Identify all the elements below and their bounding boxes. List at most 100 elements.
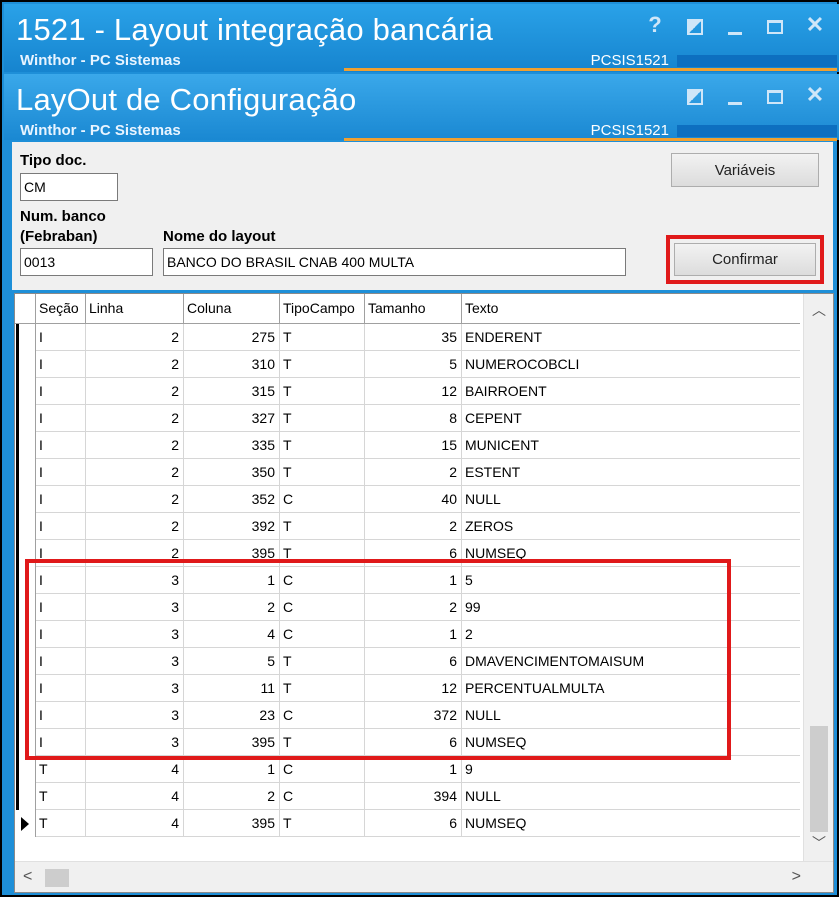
cell-secao[interactable]: T	[36, 810, 86, 837]
dialog-titlebar[interactable]: LayOut de Configuração Winthor - PC Sist…	[4, 74, 839, 141]
table-row[interactable]: I 2 392 T 2 ZEROS	[15, 513, 800, 540]
cell-tamanho[interactable]: 1	[365, 756, 462, 783]
scroll-down-icon[interactable]: ﹀	[812, 833, 826, 853]
cell-texto[interactable]: BAIRROENT	[462, 378, 800, 405]
cell-secao[interactable]: I	[36, 405, 86, 432]
cell-secao[interactable]: I	[36, 648, 86, 675]
table-row[interactable]: T41C19	[15, 756, 800, 783]
table-row[interactable]: I 3 23 C 372 NULL	[15, 702, 800, 729]
header-coluna[interactable]: Coluna	[184, 294, 280, 324]
header-tamanho[interactable]: Tamanho	[365, 294, 462, 324]
cell-secao[interactable]: I	[36, 540, 86, 567]
cell-linha[interactable]: 2	[86, 432, 184, 459]
cell-tamanho[interactable]: 6	[365, 810, 462, 837]
cell-coluna[interactable]: 352	[184, 486, 280, 513]
cell-tipocampo[interactable]: T	[280, 459, 365, 486]
row-indicator[interactable]	[15, 432, 36, 459]
maximize-icon[interactable]	[765, 14, 785, 36]
cell-coluna[interactable]: 395	[184, 729, 280, 756]
cell-coluna[interactable]: 350	[184, 459, 280, 486]
cell-coluna[interactable]: 11	[184, 675, 280, 702]
cell-tamanho[interactable]: 12	[365, 378, 462, 405]
table-row[interactable]: I 2 310 T 5 NUMEROCOBCLI	[15, 351, 800, 378]
cell-coluna[interactable]: 275	[184, 324, 280, 351]
cell-tamanho[interactable]: 2	[365, 594, 462, 621]
cell-coluna[interactable]: 395	[184, 810, 280, 837]
header-secao[interactable]: Seção	[36, 294, 86, 324]
cell-texto[interactable]: NUMSEQ	[462, 729, 800, 756]
cell-tipocampo[interactable]: T	[280, 648, 365, 675]
cell-texto[interactable]: 9	[462, 756, 800, 783]
cell-tipocampo[interactable]: T	[280, 675, 365, 702]
table-row[interactable]: I34C12	[15, 621, 800, 648]
row-indicator[interactable]	[15, 324, 36, 351]
close-icon[interactable]: ✕	[805, 14, 825, 36]
cell-tamanho[interactable]: 394	[365, 783, 462, 810]
cell-tamanho[interactable]: 1	[365, 567, 462, 594]
row-indicator[interactable]	[15, 756, 36, 783]
cell-secao[interactable]: I	[36, 351, 86, 378]
table-row[interactable]: I 2 335 T 15 MUNICENT	[15, 432, 800, 459]
horizontal-scrollbar[interactable]: < >	[15, 861, 833, 892]
cell-tamanho[interactable]: 6	[365, 540, 462, 567]
scroll-up-icon[interactable]: ︿	[812, 300, 826, 320]
cell-tipocampo[interactable]: C	[280, 567, 365, 594]
nome-layout-field[interactable]: BANCO DO BRASIL CNAB 400 MULTA	[163, 248, 626, 276]
cell-texto[interactable]: ZEROS	[462, 513, 800, 540]
cell-texto[interactable]: NULL	[462, 702, 800, 729]
confirmar-button[interactable]: Confirmar	[674, 243, 816, 276]
table-row[interactable]: I 2 327 T 8 CEPENT	[15, 405, 800, 432]
tipo-doc-field[interactable]: CM	[20, 173, 118, 201]
cell-linha[interactable]: 4	[86, 810, 184, 837]
cell-linha[interactable]: 3	[86, 567, 184, 594]
cell-coluna[interactable]: 2	[184, 594, 280, 621]
cell-secao[interactable]: I	[36, 621, 86, 648]
row-indicator[interactable]	[15, 459, 36, 486]
cell-texto[interactable]: ENDERENT	[462, 324, 800, 351]
cell-linha[interactable]: 2	[86, 351, 184, 378]
cell-coluna[interactable]: 1	[184, 756, 280, 783]
cell-secao[interactable]: I	[36, 324, 86, 351]
cell-coluna[interactable]: 392	[184, 513, 280, 540]
cell-tamanho[interactable]: 6	[365, 648, 462, 675]
cell-tamanho[interactable]: 5	[365, 351, 462, 378]
cell-texto[interactable]: 99	[462, 594, 800, 621]
cell-texto[interactable]: 5	[462, 567, 800, 594]
row-indicator[interactable]	[15, 378, 36, 405]
cell-tipocampo[interactable]: C	[280, 594, 365, 621]
cell-texto[interactable]: PERCENTUALMULTA	[462, 675, 800, 702]
cell-texto[interactable]: ESTENT	[462, 459, 800, 486]
cell-tipocampo[interactable]: T	[280, 729, 365, 756]
cell-tipocampo[interactable]: C	[280, 783, 365, 810]
cell-texto[interactable]: NULL	[462, 486, 800, 513]
cell-linha[interactable]: 2	[86, 513, 184, 540]
cell-tipocampo[interactable]: T	[280, 432, 365, 459]
cell-linha[interactable]: 2	[86, 486, 184, 513]
table-row[interactable]: I 2 350 T 2 ESTENT	[15, 459, 800, 486]
cell-tamanho[interactable]: 372	[365, 702, 462, 729]
cell-secao[interactable]: T	[36, 756, 86, 783]
cell-texto[interactable]: DMAVENCIMENTOMAISUM	[462, 648, 800, 675]
cell-coluna[interactable]: 335	[184, 432, 280, 459]
cell-linha[interactable]: 2	[86, 459, 184, 486]
row-indicator[interactable]	[15, 702, 36, 729]
cell-texto[interactable]: NUMSEQ	[462, 810, 800, 837]
dialog-restore-icon[interactable]	[685, 84, 705, 106]
main-titlebar[interactable]: 1521 - Layout integração bancária Wintho…	[4, 4, 839, 72]
cell-secao[interactable]: I	[36, 432, 86, 459]
row-indicator[interactable]	[15, 648, 36, 675]
scroll-left-icon[interactable]: <	[23, 868, 32, 886]
minimize-icon[interactable]	[725, 14, 745, 36]
table-row[interactable]: I 3 395 T 6 NUMSEQ	[15, 729, 800, 756]
cell-tipocampo[interactable]: T	[280, 405, 365, 432]
cell-secao[interactable]: I	[36, 594, 86, 621]
cell-tipocampo[interactable]: T	[280, 324, 365, 351]
row-indicator[interactable]	[15, 810, 36, 837]
cell-coluna[interactable]: 4	[184, 621, 280, 648]
cell-secao[interactable]: I	[36, 729, 86, 756]
dialog-maximize-icon[interactable]	[765, 84, 785, 106]
table-row[interactable]: I 3 5 T 6 DMAVENCIMENTOMAISUM	[15, 648, 800, 675]
table-row[interactable]: I 3 11 T 12 PERCENTUALMULTA	[15, 675, 800, 702]
row-indicator[interactable]	[15, 594, 36, 621]
cell-coluna[interactable]: 23	[184, 702, 280, 729]
